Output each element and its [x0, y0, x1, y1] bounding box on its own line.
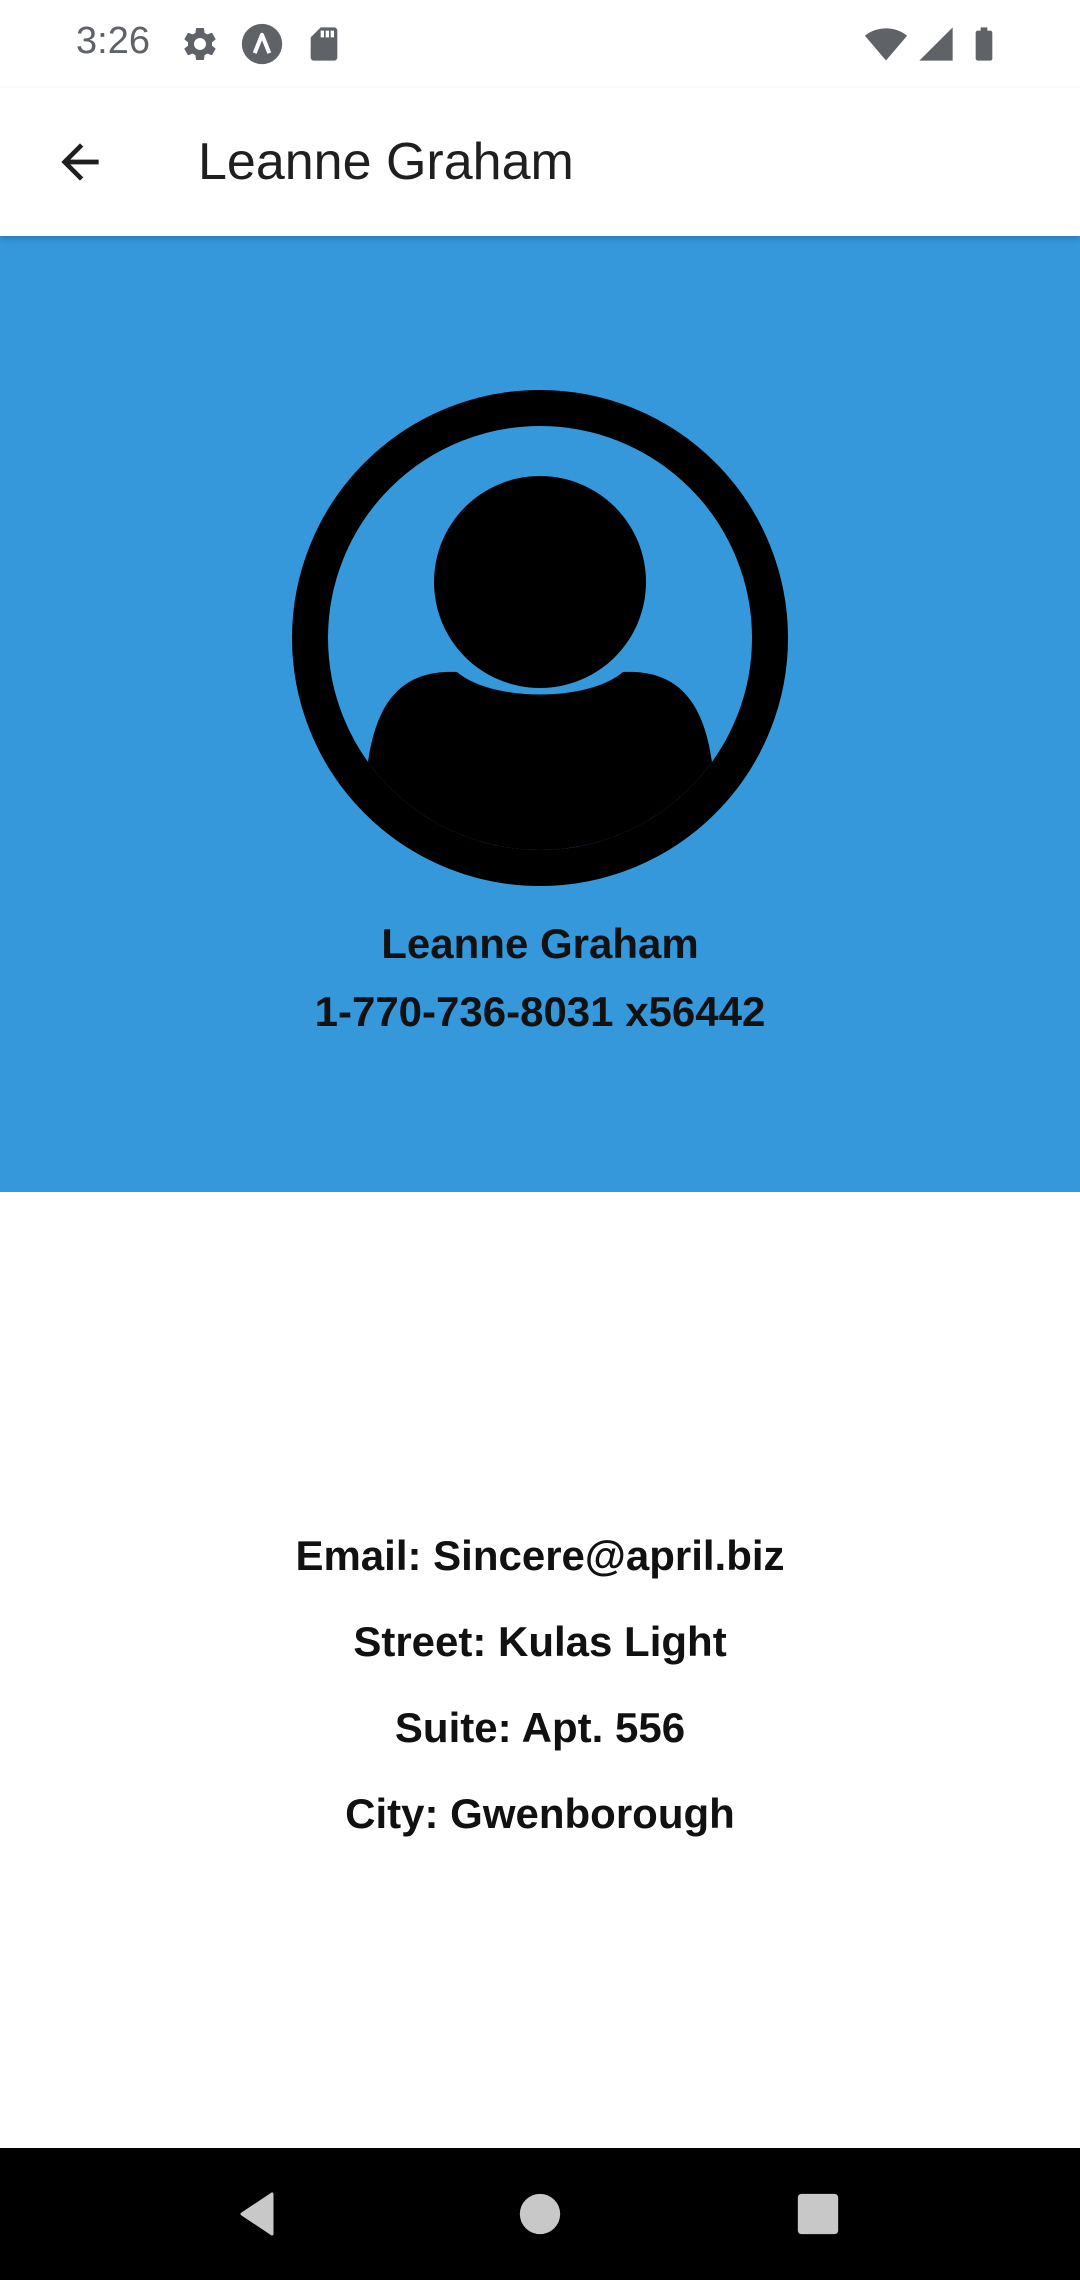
- app-notification-icon: [240, 22, 284, 66]
- settings-icon: [180, 24, 220, 64]
- battery-icon: [964, 22, 1004, 66]
- account-circle-icon: [292, 390, 788, 886]
- detail-suite: Suite: Apt. 556: [394, 1704, 686, 1751]
- back-button[interactable]: [40, 122, 120, 202]
- profile-phone: 1-770-736-8031 x56442: [314, 988, 766, 1035]
- nav-recents-icon: [796, 2192, 840, 2236]
- system-navigation-bar: [0, 2148, 1080, 2280]
- nav-back-button[interactable]: [218, 2174, 298, 2254]
- cellular-signal-icon: [916, 24, 956, 64]
- nav-home-button[interactable]: [500, 2174, 580, 2254]
- profile-header: Leanne Graham 1-770-736-8031 x56442: [0, 236, 1080, 1192]
- sd-card-icon: [304, 24, 344, 64]
- nav-home-icon: [518, 2192, 562, 2236]
- page-title: Leanne Graham: [198, 133, 574, 191]
- detail-email: Email: Sincere@april.biz: [295, 1532, 785, 1579]
- user-detail-screen: 3:26 Leanne Graham Leanne Graham 1-770-7…: [0, 0, 1080, 2280]
- detail-street: Street: Kulas Light: [353, 1618, 727, 1665]
- nav-recents-button[interactable]: [778, 2174, 858, 2254]
- detail-city: City: Gwenborough: [345, 1790, 735, 1837]
- arrow-back-icon: [52, 134, 108, 190]
- status-bar: 3:26: [0, 0, 1080, 88]
- app-bar: Leanne Graham: [0, 88, 1080, 236]
- status-time: 3:26: [76, 20, 150, 62]
- status-right-icons: [864, 22, 1004, 66]
- user-details: Email: Sincere@april.biz Street: Kulas L…: [0, 1526, 1080, 1870]
- status-left-icons: [180, 22, 344, 66]
- profile-name: Leanne Graham: [381, 920, 699, 967]
- wifi-icon: [864, 22, 908, 66]
- nav-back-icon: [234, 2190, 282, 2238]
